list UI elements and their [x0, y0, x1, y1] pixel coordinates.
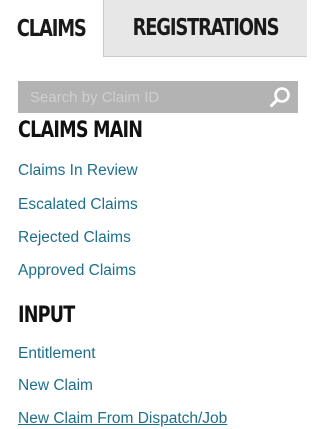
- section-title-input: INPUT: [18, 303, 89, 328]
- link-approved-claims[interactable]: Approved Claims: [18, 262, 136, 280]
- tab-bar: CLAIMS REGISTRATIONS: [0, 0, 307, 57]
- tab-claims-label: CLAIMS: [17, 15, 87, 42]
- search-icon: [270, 87, 290, 108]
- tab-registrations-label: REGISTRATIONS: [132, 15, 280, 41]
- link-new-claim[interactable]: New Claim: [18, 377, 93, 395]
- link-entitlement[interactable]: Entitlement: [18, 345, 96, 363]
- tab-claims[interactable]: CLAIMS: [0, 0, 104, 57]
- claim-search-box: [18, 81, 298, 113]
- link-claims-in-review[interactable]: Claims In Review: [18, 162, 138, 180]
- tab-registrations[interactable]: REGISTRATIONS: [104, 0, 307, 57]
- section-title-input-text: INPUT: [18, 303, 75, 328]
- claim-search-input[interactable]: [18, 81, 258, 113]
- section-title-claims-main: CLAIMS MAIN: [18, 118, 173, 143]
- search-button[interactable]: [268, 85, 292, 109]
- link-escalated-claims[interactable]: Escalated Claims: [18, 196, 138, 214]
- link-new-claim-from-dispatch-job[interactable]: New Claim From Dispatch/Job: [18, 410, 227, 428]
- link-rejected-claims[interactable]: Rejected Claims: [18, 229, 131, 247]
- section-title-claims-main-text: CLAIMS MAIN: [18, 118, 143, 143]
